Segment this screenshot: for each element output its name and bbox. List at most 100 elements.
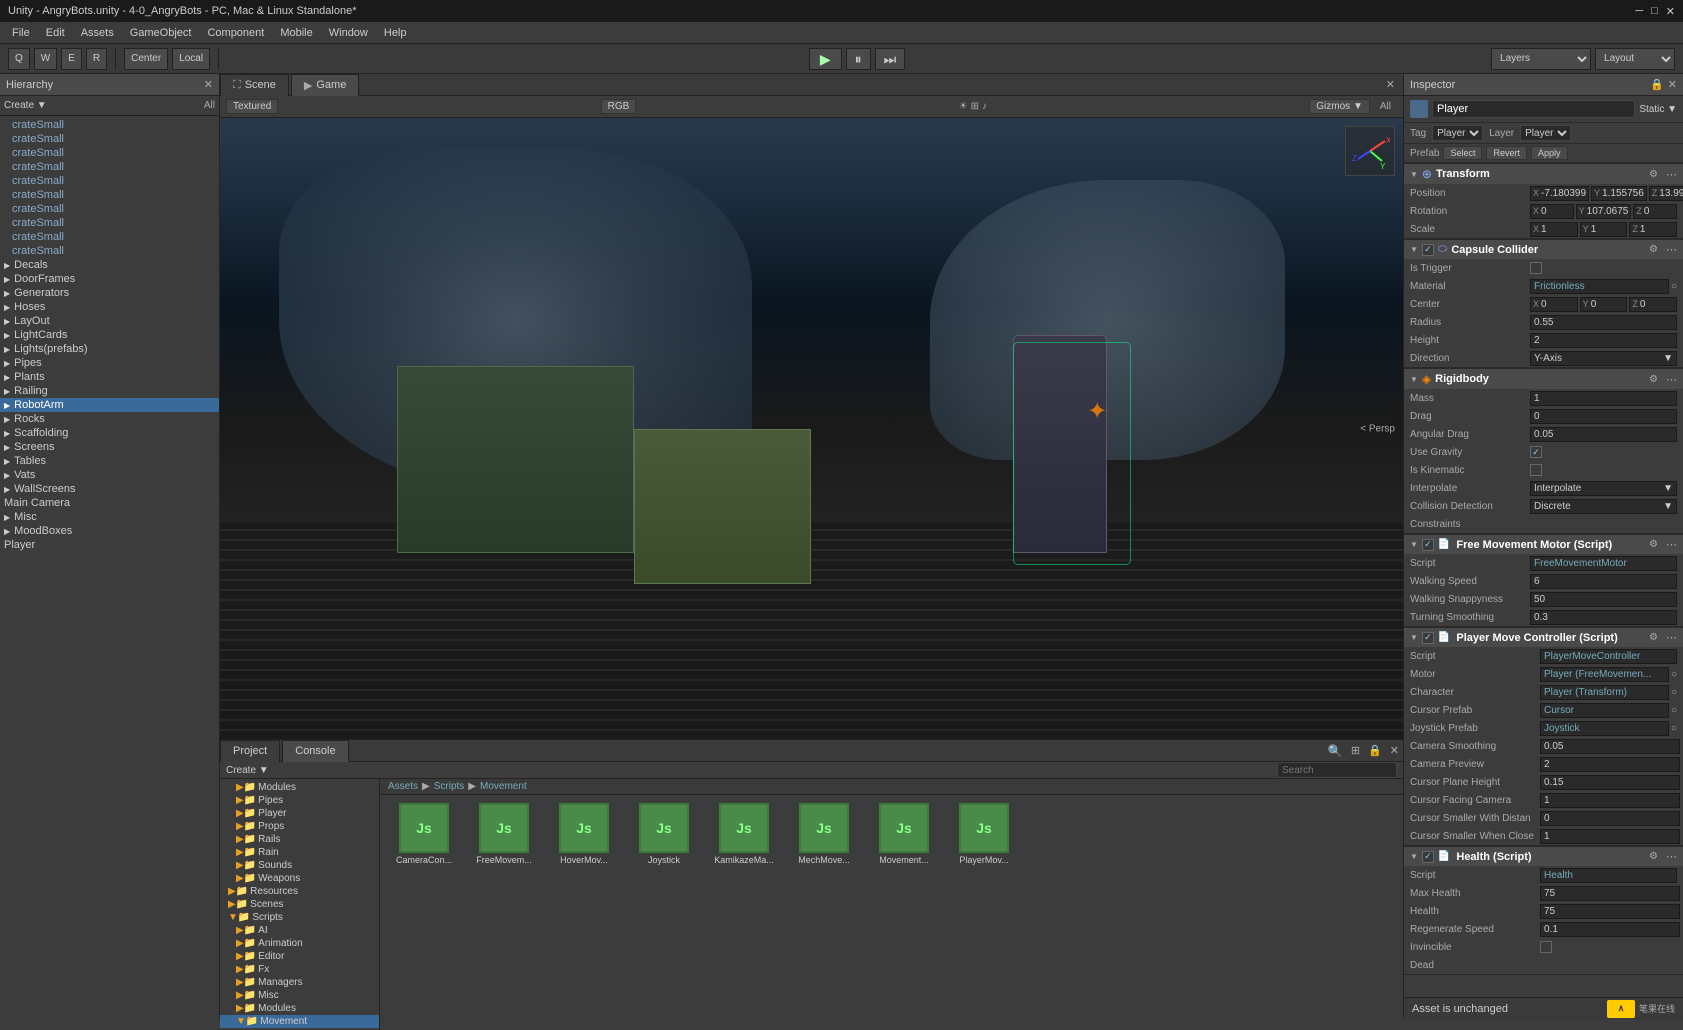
- tab-game[interactable]: ▶ Game: [291, 74, 359, 96]
- hier-group-wallscreens[interactable]: ▶WallScreens: [0, 482, 219, 496]
- material-value[interactable]: Frictionless: [1530, 279, 1669, 294]
- rigidbody-header[interactable]: ▼ ◈ Rigidbody ⚙ ⋯: [1404, 368, 1683, 389]
- turning-smoothing-input[interactable]: 0.3: [1530, 610, 1677, 625]
- hier-group-railing[interactable]: ▶Railing: [0, 384, 219, 398]
- hier-item-crateSmall-2[interactable]: crateSmall: [0, 132, 219, 146]
- radius-input[interactable]: 0.55: [1530, 315, 1677, 330]
- pmc-script-value[interactable]: PlayerMoveController: [1540, 649, 1677, 664]
- pmc-joystick-circle-icon[interactable]: ○: [1671, 723, 1677, 734]
- file-playermov[interactable]: Js PlayerMov...: [948, 803, 1020, 865]
- health-more-icon[interactable]: ⋯: [1666, 850, 1677, 863]
- hier-item-crateSmall-7[interactable]: crateSmall: [0, 202, 219, 216]
- center-x[interactable]: X0: [1530, 297, 1578, 312]
- breadcrumb-assets[interactable]: Assets: [388, 781, 418, 792]
- ptree-pipes[interactable]: ▶📁Pipes: [220, 794, 379, 807]
- max-health-input[interactable]: 75: [1540, 886, 1680, 901]
- layers-dropdown[interactable]: Layers: [1491, 48, 1591, 70]
- collision-detection-dropdown[interactable]: Discrete ▼: [1530, 499, 1677, 514]
- menu-mobile[interactable]: Mobile: [272, 25, 320, 41]
- hier-group-misc[interactable]: ▶Misc: [0, 510, 219, 524]
- scale-x[interactable]: X1: [1530, 222, 1578, 237]
- hier-item-crateSmall-8[interactable]: crateSmall: [0, 216, 219, 230]
- fmm-gear-icon[interactable]: ⚙: [1649, 539, 1658, 550]
- hier-item-crateSmall-1[interactable]: crateSmall: [0, 118, 219, 132]
- ptree-scripts[interactable]: ▼📁Scripts: [220, 911, 379, 924]
- invincible-checkbox[interactable]: [1540, 941, 1552, 953]
- file-cameracontroller[interactable]: Js CameraCon...: [388, 803, 460, 865]
- is-trigger-checkbox[interactable]: [1530, 262, 1542, 274]
- layout-dropdown[interactable]: Layout: [1595, 48, 1675, 70]
- layer-select[interactable]: Player: [1520, 125, 1571, 141]
- menu-file[interactable]: File: [4, 25, 38, 41]
- step-button[interactable]: ⏭: [875, 48, 906, 70]
- ptree-animation[interactable]: ▶📁Animation: [220, 937, 379, 950]
- rotation-z[interactable]: Z0: [1633, 204, 1677, 219]
- audio-icon[interactable]: ♪: [982, 101, 987, 112]
- hier-group-rocks[interactable]: ▶Rocks: [0, 412, 219, 426]
- play-button[interactable]: ▶: [809, 48, 842, 70]
- sun-icon[interactable]: ☀: [959, 101, 968, 112]
- ptree-managers[interactable]: ▶📁Managers: [220, 976, 379, 989]
- scale-y[interactable]: Y1: [1580, 222, 1628, 237]
- hierarchy-create-btn[interactable]: Create ▼: [4, 100, 47, 111]
- project-lock-icon[interactable]: 🔒: [1364, 744, 1386, 757]
- hier-item-crateSmall-10[interactable]: crateSmall: [0, 244, 219, 258]
- hier-group-decals[interactable]: ▶Decals: [0, 258, 219, 272]
- pmc-gear-icon[interactable]: ⚙: [1649, 632, 1658, 643]
- hier-item-crateSmall-4[interactable]: crateSmall: [0, 160, 219, 174]
- walking-speed-input[interactable]: 6: [1530, 574, 1677, 589]
- rotation-x[interactable]: X0: [1530, 204, 1574, 219]
- hier-item-crateSmall-3[interactable]: crateSmall: [0, 146, 219, 160]
- textured-btn[interactable]: Textured: [226, 99, 278, 114]
- project-close-icon[interactable]: ✕: [1386, 744, 1403, 757]
- inspector-close-icon[interactable]: ✕: [1668, 78, 1677, 91]
- pmc-camera-preview-input[interactable]: 2: [1540, 757, 1680, 772]
- hier-item-crateSmall-9[interactable]: crateSmall: [0, 230, 219, 244]
- drag-input[interactable]: 0: [1530, 409, 1677, 424]
- ptree-fx[interactable]: ▶📁Fx: [220, 963, 379, 976]
- hier-group-layout[interactable]: ▶LayOut: [0, 314, 219, 328]
- regen-speed-input[interactable]: 0.1: [1540, 922, 1680, 937]
- position-y[interactable]: Y1.155756: [1591, 186, 1647, 201]
- prefab-revert-btn[interactable]: Revert: [1486, 146, 1527, 160]
- center-y[interactable]: Y0: [1580, 297, 1628, 312]
- grid-icon[interactable]: ⊞: [971, 101, 979, 112]
- health-header[interactable]: ▼ ✓ 📄 Health (Script) ⚙ ⋯: [1404, 846, 1683, 866]
- capsule-header[interactable]: ▼ ✓ ⬭ Capsule Collider ⚙ ⋯: [1404, 239, 1683, 259]
- ptree-props[interactable]: ▶📁Props: [220, 820, 379, 833]
- pmc-header[interactable]: ▼ ✓ 📄 Player Move Controller (Script) ⚙ …: [1404, 627, 1683, 647]
- rgb-btn[interactable]: RGB: [601, 99, 637, 114]
- hier-group-vats[interactable]: ▶Vats: [0, 468, 219, 482]
- transform-header[interactable]: ▼ ⊕ Transform ⚙ ⋯: [1404, 163, 1683, 184]
- pmc-motor-value[interactable]: Player (FreeMovemen...: [1540, 667, 1669, 682]
- inspector-lock-icon[interactable]: 🔒: [1650, 78, 1664, 91]
- transform-more-icon[interactable]: ⋯: [1666, 168, 1677, 181]
- menu-window[interactable]: Window: [321, 25, 376, 41]
- hier-group-robotarm[interactable]: ▶RobotArm: [0, 398, 219, 412]
- hier-group-lights[interactable]: ▶Lights(prefabs): [0, 342, 219, 356]
- use-gravity-checkbox[interactable]: ✓: [1530, 446, 1542, 458]
- ptree-ai[interactable]: ▶📁AI: [220, 924, 379, 937]
- menu-component[interactable]: Component: [199, 25, 272, 41]
- pmc-cursor-smaller-dist-input[interactable]: 0: [1540, 811, 1680, 826]
- pmc-cursor-plane-input[interactable]: 0.15: [1540, 775, 1680, 790]
- hierarchy-all-btn[interactable]: All: [204, 100, 215, 111]
- pmc-character-value[interactable]: Player (Transform): [1540, 685, 1669, 700]
- all-btn[interactable]: All: [1374, 100, 1397, 113]
- hier-group-screens[interactable]: ▶Screens: [0, 440, 219, 454]
- pmc-enable-checkbox[interactable]: ✓: [1422, 632, 1434, 644]
- static-label[interactable]: Static ▼: [1639, 104, 1677, 115]
- prefab-apply-btn[interactable]: Apply: [1531, 146, 1568, 160]
- space-local[interactable]: Local: [172, 48, 210, 70]
- file-freemovement[interactable]: Js FreeMovem...: [468, 803, 540, 865]
- maximize-btn[interactable]: □: [1651, 5, 1658, 18]
- ptree-scenes[interactable]: ▶📁Scenes: [220, 898, 379, 911]
- pivot-center[interactable]: Center: [124, 48, 168, 70]
- angular-drag-input[interactable]: 0.05: [1530, 427, 1677, 442]
- is-kinematic-checkbox[interactable]: [1530, 464, 1542, 476]
- hier-group-lightcards[interactable]: ▶LightCards: [0, 328, 219, 342]
- tag-select[interactable]: Player: [1432, 125, 1483, 141]
- hier-item-crateSmall-5[interactable]: crateSmall: [0, 174, 219, 188]
- pmc-cursor-prefab-value[interactable]: Cursor: [1540, 703, 1669, 718]
- minimize-btn[interactable]: ─: [1635, 5, 1643, 18]
